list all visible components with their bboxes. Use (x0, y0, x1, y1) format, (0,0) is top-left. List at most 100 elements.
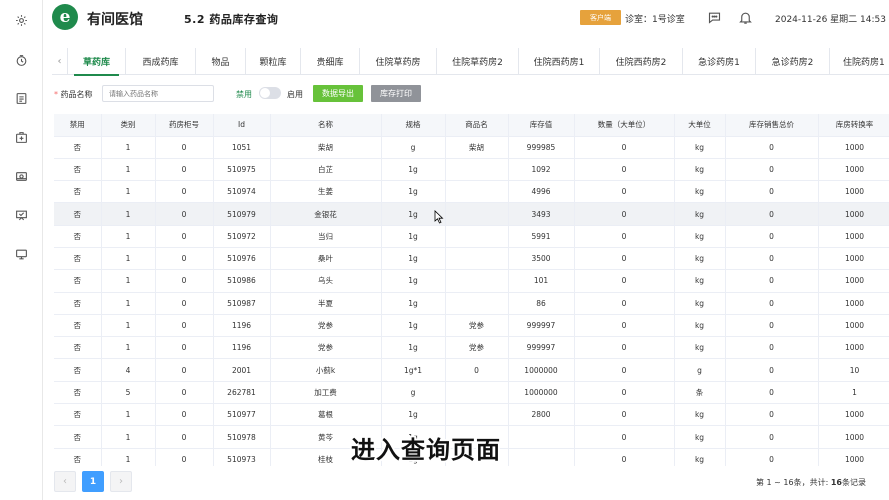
column-header[interactable]: 库存销售总价 (725, 114, 819, 137)
table-row[interactable]: 否 1 0 510986 乌头 1g 101 0 kg 0 1000 (54, 269, 889, 293)
table-row[interactable]: 否 1 0 510976 桑叶 1g 3500 0 kg 0 1000 (54, 247, 889, 271)
table-row[interactable]: 否 1 0 1196 党参 1g 党参 999997 0 kg 0 1000 (54, 336, 889, 360)
tabs-scroll-left-icon[interactable]: ‹ (52, 48, 68, 75)
table-cell: 否 (54, 292, 102, 315)
clock-icon[interactable] (12, 51, 30, 69)
table-cell: 否 (54, 180, 102, 204)
table-cell: 1000 (818, 403, 889, 427)
cashier-icon[interactable] (12, 167, 30, 185)
mouse-cursor-icon (434, 210, 444, 224)
medkit-icon[interactable] (12, 128, 30, 146)
pagination-prev-button[interactable]: ‹ (54, 471, 76, 492)
pagination-next-button[interactable]: › (110, 471, 132, 492)
table-cell: 0 (445, 358, 509, 382)
column-header[interactable]: 名称 (270, 114, 382, 137)
column-header[interactable]: 商品名 (445, 114, 509, 137)
table-cell: 当归 (270, 225, 382, 248)
client-badge[interactable]: 客户端 (580, 10, 621, 25)
tab-inpatient-herb-2[interactable]: 住院草药房2 (437, 48, 519, 75)
table-cell: 1000000 (508, 358, 575, 382)
print-stock-button[interactable]: 库存打印 (371, 85, 421, 102)
table-cell: 0 (725, 314, 819, 338)
table-cell: 1000 (818, 247, 889, 271)
table-cell: 510975 (213, 158, 271, 182)
pagination-page-1[interactable]: 1 (82, 471, 104, 492)
date-time: 2024-11-26 星期二 14:53 (775, 15, 886, 25)
table-cell: 0 (725, 425, 819, 449)
table-cell: 510979 (213, 202, 271, 226)
tab-precious[interactable]: 贵细库 (301, 48, 360, 75)
page-title: 5.2 药品库存查询 (184, 13, 279, 26)
chat-icon[interactable] (705, 8, 723, 26)
table-cell: 510978 (213, 425, 271, 449)
table-cell: 1051 (213, 136, 271, 159)
table-row[interactable]: 否 4 0 2001 小蓟k 1g*1 0 1000000 0 g 0 10 (54, 358, 889, 382)
column-header[interactable]: 大单位 (674, 114, 726, 137)
tab-inpatient-herb[interactable]: 住院草药房 (360, 48, 437, 75)
table-cell: 0 (574, 269, 675, 293)
table-cell: 5991 (508, 225, 575, 248)
tab-inpatient-western-1[interactable]: 住院西药房1 (519, 48, 600, 75)
column-header[interactable]: 数量（大单位） (574, 114, 675, 137)
table-cell: 1000 (818, 225, 889, 248)
drug-name-search-input[interactable] (102, 85, 214, 102)
column-header[interactable]: 规格 (381, 114, 446, 137)
table-row[interactable]: 否 1 0 510975 白芷 1g 1092 0 kg 0 1000 (54, 158, 889, 182)
column-header[interactable]: 库房转换率 (818, 114, 889, 137)
table-cell: 否 (54, 158, 102, 182)
table-cell: 1000 (818, 269, 889, 293)
tab-inpatient-western-2[interactable]: 住院西药房2 (600, 48, 683, 75)
tab-herb-warehouse[interactable]: 草药库 (68, 48, 126, 76)
table-cell: 0 (725, 158, 819, 182)
column-header[interactable]: 药房柜号 (155, 114, 214, 137)
monitor-icon[interactable] (12, 245, 30, 263)
table-cell: 党参 (270, 336, 382, 360)
table-cell: 0 (155, 448, 214, 466)
report-icon[interactable] (12, 89, 30, 107)
column-header[interactable]: 禁用 (54, 114, 102, 137)
table-cell: 1 (101, 269, 156, 293)
table-cell: 1 (101, 314, 156, 338)
bell-icon[interactable] (736, 8, 754, 26)
table-row[interactable]: 否 1 0 1196 党参 1g 党参 999997 0 kg 0 1000 (54, 314, 889, 338)
table-cell: 510986 (213, 269, 271, 293)
table-cell: 0 (725, 358, 819, 382)
table-row[interactable]: 否 1 0 510977 葛根 1g 2800 0 kg 0 1000 (54, 403, 889, 427)
table-cell: 否 (54, 136, 102, 159)
gear-icon[interactable] (12, 11, 30, 29)
tab-supplies[interactable]: 物品 (196, 48, 246, 75)
table-row[interactable]: 否 1 0 510972 当归 1g 5991 0 kg 0 1000 (54, 225, 889, 248)
presentation-icon[interactable] (12, 206, 30, 224)
table-cell: 0 (574, 158, 675, 182)
table-cell: 0 (155, 136, 214, 159)
table-cell: 0 (155, 358, 214, 382)
table-row[interactable]: 否 1 0 510974 生姜 1g 4996 0 kg 0 1000 (54, 180, 889, 204)
table-cell: 0 (155, 269, 214, 293)
table-cell: 10 (818, 358, 889, 382)
status-toggle-switch[interactable] (259, 87, 281, 99)
table-cell: 510977 (213, 403, 271, 427)
table-cell: 999997 (508, 314, 575, 338)
tab-granule[interactable]: 颗粒库 (246, 48, 301, 75)
export-data-button[interactable]: 数据导出 (313, 85, 363, 102)
table-cell: 1000 (818, 158, 889, 182)
table-cell: 0 (574, 292, 675, 315)
column-header[interactable]: Id (213, 114, 271, 137)
tab-western-medicine[interactable]: 西成药库 (126, 48, 196, 75)
table-row[interactable]: 否 1 0 510979 金银花 1g 3493 0 kg 0 1000 (54, 202, 889, 226)
table-cell: 1000 (818, 448, 889, 466)
pagination-summary: 第 1 ~ 16条，共计: 16条记录 (756, 478, 866, 487)
table-cell: 1000 (818, 292, 889, 315)
tab-emergency-2[interactable]: 急诊药房2 (756, 48, 830, 75)
table-row[interactable]: 否 1 0 510987 半夏 1g 86 0 kg 0 1000 (54, 292, 889, 315)
table-cell: 否 (54, 247, 102, 271)
table-cell: 2800 (508, 403, 575, 427)
table-cell (445, 403, 509, 427)
tab-inpatient-pharmacy-1[interactable]: 住院药房1 (830, 48, 889, 75)
column-header[interactable]: 库存值 (508, 114, 575, 137)
table-row[interactable]: 否 1 0 1051 柴胡 g 柴胡 999985 0 kg 0 1000 (54, 136, 889, 159)
table-cell: 否 (54, 269, 102, 293)
tab-emergency-1[interactable]: 急诊药房1 (683, 48, 756, 75)
table-row[interactable]: 否 5 0 262781 加工费 g 1000000 0 条 0 1 (54, 381, 889, 405)
column-header[interactable]: 类别 (101, 114, 156, 137)
